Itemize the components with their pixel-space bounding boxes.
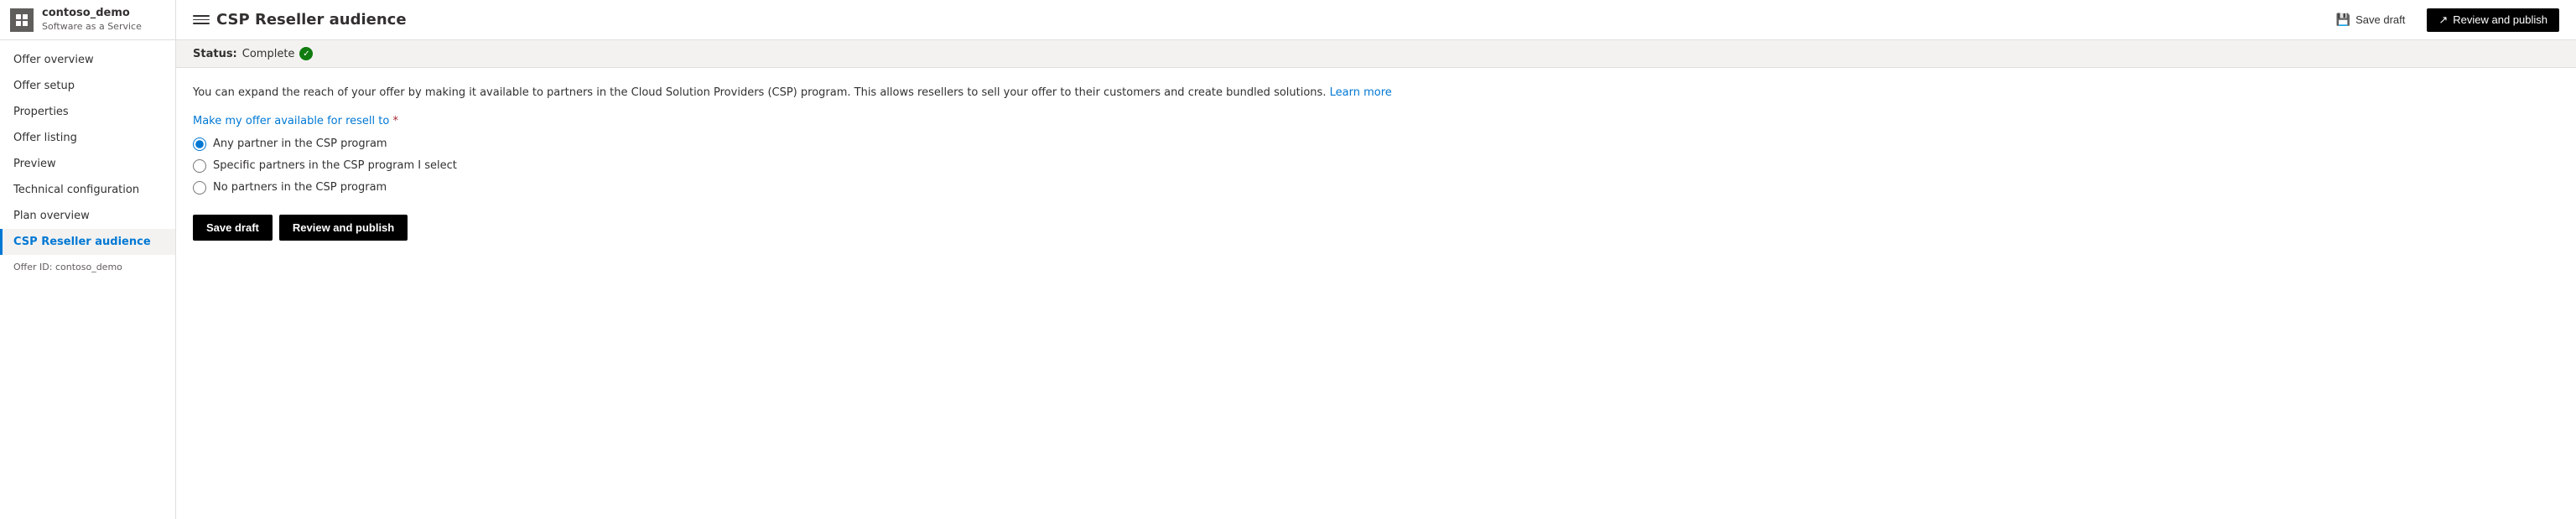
review-publish-icon: ↗ — [2438, 13, 2448, 27]
sidebar-item-properties[interactable]: Properties — [0, 99, 175, 125]
sidebar-offer-id: Offer ID: contoso_demo — [0, 255, 175, 279]
app-title-group: contoso_demo Software as a Service — [42, 7, 142, 33]
content-area: Status: Complete ✓ You can expand the re… — [176, 40, 2576, 519]
sidebar-item-csp-reseller-audience[interactable]: CSP Reseller audience — [0, 229, 175, 255]
radio-label-any-partner: Any partner in the CSP program — [213, 138, 387, 150]
description-content: You can expand the reach of your offer b… — [193, 86, 1326, 99]
save-draft-button[interactable]: Save draft — [193, 215, 273, 241]
radio-option-any-partner[interactable]: Any partner in the CSP program — [193, 138, 2559, 151]
description-text: You can expand the reach of your offer b… — [193, 85, 2559, 101]
radio-label-no-partners: No partners in the CSP program — [213, 181, 387, 194]
top-bar: contoso_demo Software as a Service CSP R… — [0, 0, 2576, 40]
save-draft-button-top[interactable]: 💾 Save draft — [2328, 8, 2414, 32]
bottom-actions: Save draft Review and publish — [193, 215, 2559, 241]
sidebar-label-offer-overview: Offer overview — [13, 54, 94, 66]
learn-more-link[interactable]: Learn more — [1330, 86, 1392, 99]
radio-option-no-partners[interactable]: No partners in the CSP program — [193, 181, 2559, 195]
sidebar-label-offer-setup: Offer setup — [13, 80, 75, 92]
main-layout: Offer overview Offer setup Properties Of… — [0, 40, 2576, 519]
radio-specific-partners[interactable] — [193, 159, 206, 173]
resell-label: Make my offer available for resell to — [193, 115, 389, 127]
section-label: Make my offer available for resell to * — [193, 115, 2559, 127]
required-indicator: * — [392, 115, 398, 127]
sidebar-label-preview: Preview — [13, 158, 56, 170]
status-value: Complete — [242, 48, 295, 60]
sidebar-label-offer-listing: Offer listing — [13, 132, 77, 144]
sidebar: Offer overview Offer setup Properties Of… — [0, 40, 176, 519]
radio-option-specific-partners[interactable]: Specific partners in the CSP program I s… — [193, 159, 2559, 173]
content-body: You can expand the reach of your offer b… — [176, 68, 2576, 257]
review-publish-label-top: Review and publish — [2453, 13, 2547, 26]
review-publish-button[interactable]: Review and publish — [279, 215, 408, 241]
review-publish-button-top[interactable]: ↗ Review and publish — [2427, 8, 2559, 32]
app-title: contoso_demo — [42, 7, 142, 21]
sidebar-item-preview[interactable]: Preview — [0, 151, 175, 177]
sidebar-item-offer-listing[interactable]: Offer listing — [0, 125, 175, 151]
status-bar: Status: Complete ✓ — [176, 40, 2576, 68]
sidebar-item-technical-configuration[interactable]: Technical configuration — [0, 177, 175, 203]
radio-no-partners[interactable] — [193, 181, 206, 195]
sidebar-label-csp-reseller-audience: CSP Reseller audience — [13, 236, 151, 248]
sidebar-label-properties: Properties — [13, 106, 69, 118]
app-icon — [10, 8, 34, 32]
status-complete-icon: ✓ — [299, 47, 313, 60]
sidebar-item-offer-overview[interactable]: Offer overview — [0, 47, 175, 73]
sidebar-label-plan-overview: Plan overview — [13, 210, 90, 222]
app-icon-area: contoso_demo Software as a Service — [0, 0, 176, 40]
status-label: Status: — [193, 48, 237, 60]
top-bar-left: contoso_demo Software as a Service CSP R… — [0, 0, 407, 40]
save-icon: 💾 — [2336, 13, 2350, 27]
app-subtitle: Software as a Service — [42, 21, 142, 33]
top-bar-actions: 💾 Save draft ↗ Review and publish — [2328, 8, 2559, 32]
breadcrumb-nav: CSP Reseller audience — [176, 11, 407, 29]
hamburger-icon[interactable] — [193, 12, 210, 29]
radio-label-specific-partners: Specific partners in the CSP program I s… — [213, 159, 457, 172]
sidebar-item-offer-setup[interactable]: Offer setup — [0, 73, 175, 99]
sidebar-label-technical-configuration: Technical configuration — [13, 184, 139, 196]
save-draft-label-top: Save draft — [2355, 13, 2405, 26]
radio-group: Any partner in the CSP program Specific … — [193, 138, 2559, 195]
radio-any-partner[interactable] — [193, 138, 206, 151]
page-title: CSP Reseller audience — [216, 11, 407, 29]
sidebar-item-plan-overview[interactable]: Plan overview — [0, 203, 175, 229]
